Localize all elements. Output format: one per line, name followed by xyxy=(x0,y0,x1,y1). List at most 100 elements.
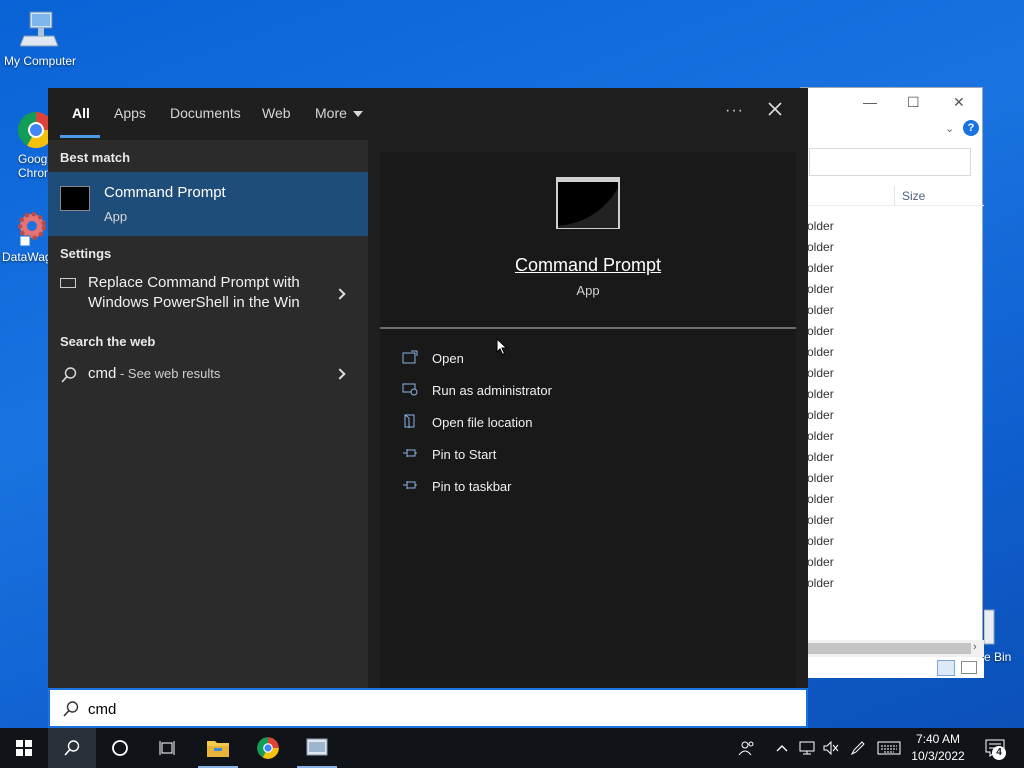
desktop-icon-datawag[interactable]: DataWag xyxy=(2,208,52,264)
settings-result[interactable]: Replace Command Prompt with Windows Powe… xyxy=(48,268,368,320)
file-row[interactable]: older xyxy=(801,279,984,300)
desktop-icon-my-computer[interactable]: My Computer xyxy=(2,10,78,68)
settings-line-2: Windows PowerShell in the Win xyxy=(88,294,300,311)
search-input[interactable] xyxy=(88,698,688,720)
taskbar-app[interactable] xyxy=(293,728,341,768)
taskbar-search-button[interactable] xyxy=(48,728,96,768)
file-row[interactable]: older xyxy=(801,531,984,552)
network-icon[interactable] xyxy=(796,728,818,768)
chevron-right-icon[interactable] xyxy=(334,368,346,380)
column-size[interactable]: Size xyxy=(902,189,925,203)
action-open-file-location[interactable]: Open file location xyxy=(402,412,702,434)
results-list: Best match Command Prompt App Settings R… xyxy=(48,140,368,688)
cortana-button[interactable] xyxy=(96,728,144,768)
people-icon[interactable] xyxy=(734,728,760,768)
folder-icon xyxy=(404,414,415,428)
file-row[interactable]: older xyxy=(801,573,984,594)
file-row[interactable]: older xyxy=(801,384,984,405)
result-type: App xyxy=(104,209,128,224)
file-row[interactable]: older xyxy=(801,342,984,363)
minimize-icon[interactable]: — xyxy=(863,94,877,110)
tab-documents[interactable]: Documents xyxy=(170,105,241,121)
file-row[interactable]: older xyxy=(801,426,984,447)
file-row[interactable]: older xyxy=(801,468,984,489)
tab-all[interactable]: All xyxy=(72,105,90,121)
tab-more[interactable]: More xyxy=(315,105,363,121)
help-icon[interactable]: ? xyxy=(963,120,979,136)
command-prompt-large-icon xyxy=(556,177,620,229)
web-query-text: cmd xyxy=(88,365,117,382)
explorer-statusbar xyxy=(801,658,984,678)
action-label: Pin to taskbar xyxy=(432,479,512,494)
chevron-up-icon[interactable] xyxy=(772,728,792,768)
chevron-right-icon[interactable]: › xyxy=(973,641,977,653)
file-row[interactable]: older xyxy=(801,258,984,279)
mouse-cursor-icon xyxy=(496,338,508,356)
explorer-ribbon: ⌄ ? xyxy=(801,118,984,140)
taskbar-clock[interactable]: 7:40 AM 10/3/2022 xyxy=(906,731,970,765)
action-label: Run as administrator xyxy=(432,383,552,398)
keyboard-icon[interactable] xyxy=(874,728,904,768)
monitor-icon xyxy=(60,278,76,288)
chrome-icon xyxy=(257,737,279,759)
file-row[interactable]: older xyxy=(801,321,984,342)
cortana-icon xyxy=(112,740,128,756)
web-query: cmd - See web results xyxy=(88,365,220,382)
windows-logo-icon xyxy=(16,740,32,756)
file-row[interactable]: older xyxy=(801,489,984,510)
explorer-column-header: Size xyxy=(801,186,984,206)
file-row[interactable]: older xyxy=(801,363,984,384)
gear-icon xyxy=(18,212,46,247)
horizontal-scrollbar[interactable]: › xyxy=(801,640,984,657)
file-row[interactable]: older xyxy=(801,510,984,531)
action-run-as-admin[interactable]: Run as administrator xyxy=(402,380,702,402)
tab-web[interactable]: Web xyxy=(262,105,291,121)
file-row[interactable]: older xyxy=(801,552,984,573)
best-match-result[interactable]: Command Prompt App xyxy=(48,172,368,236)
explorer-titlebar[interactable]: — ☐ ✕ xyxy=(801,88,982,118)
large-icons-view-icon[interactable] xyxy=(961,661,977,674)
file-row[interactable]: older xyxy=(801,237,984,258)
desktop-icon-recycle-bin[interactable]: e Bin xyxy=(984,606,1024,664)
taskbar-file-explorer[interactable] xyxy=(194,728,242,768)
folder-icon xyxy=(207,741,229,757)
preview-divider xyxy=(380,327,796,329)
file-explorer-window[interactable]: — ☐ ✕ ⌄ ? Size older older older older older… xyxy=(800,87,984,678)
close-icon[interactable]: ✕ xyxy=(953,94,965,111)
file-row[interactable]: older xyxy=(801,216,984,237)
tab-apps[interactable]: Apps xyxy=(114,105,146,121)
details-view-icon[interactable] xyxy=(937,660,955,676)
search-icon xyxy=(61,367,77,383)
caret-down-icon xyxy=(352,111,363,118)
scrollbar-thumb[interactable] xyxy=(801,643,971,654)
file-row[interactable]: older xyxy=(801,447,984,468)
recycle-bin-icon xyxy=(984,609,995,645)
more-options-icon[interactable]: ··· xyxy=(725,102,744,120)
action-pin-to-taskbar[interactable]: Pin to taskbar xyxy=(402,476,702,498)
chevron-down-icon[interactable]: ⌄ xyxy=(945,122,954,135)
search-box[interactable] xyxy=(48,688,808,728)
settings-line-1: Replace Command Prompt with xyxy=(88,274,300,291)
volume-muted-icon[interactable] xyxy=(820,728,842,768)
file-row[interactable]: older xyxy=(801,300,984,321)
file-row[interactable]: older xyxy=(801,405,984,426)
web-search-result[interactable]: cmd - See web results xyxy=(48,358,368,390)
computer-icon xyxy=(20,11,59,47)
action-label: Open file location xyxy=(432,415,533,430)
close-icon[interactable] xyxy=(766,100,784,118)
maximize-icon[interactable]: ☐ xyxy=(907,94,920,111)
search-icon xyxy=(64,740,80,756)
taskbar-chrome[interactable] xyxy=(244,728,292,768)
clock-date: 10/3/2022 xyxy=(911,749,965,763)
task-view-button[interactable] xyxy=(144,728,192,768)
explorer-search-box[interactable] xyxy=(809,148,971,176)
action-open[interactable]: Open xyxy=(402,348,702,370)
open-icon xyxy=(402,350,418,364)
desktop-icon-label: e Bin xyxy=(984,650,1012,664)
active-tab-indicator xyxy=(60,135,100,138)
action-pin-to-start[interactable]: Pin to Start xyxy=(402,444,702,466)
preview-title[interactable]: Command Prompt xyxy=(380,255,796,276)
chevron-right-icon[interactable] xyxy=(334,288,346,300)
pen-icon[interactable] xyxy=(846,728,870,768)
start-button[interactable] xyxy=(0,728,48,768)
